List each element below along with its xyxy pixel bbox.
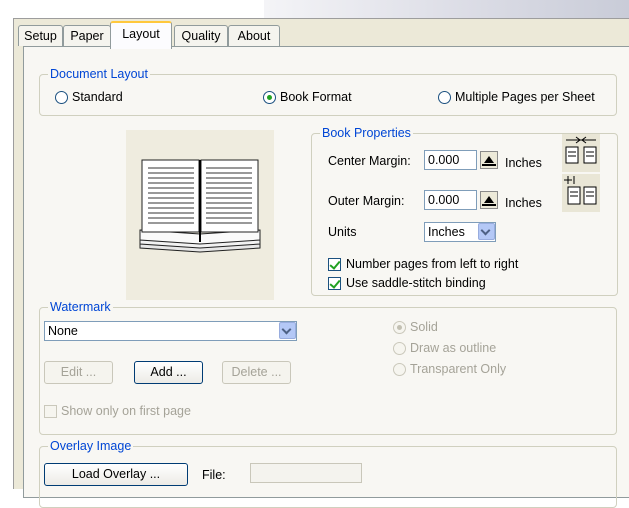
tab-paper[interactable]: Paper (63, 25, 111, 46)
show-first-page-checkbox[interactable] (44, 405, 57, 418)
watermark-delete-button[interactable]: Delete ... (222, 361, 291, 384)
center-margin-input[interactable]: 0.000 (424, 150, 477, 170)
radio-draw-outline[interactable] (393, 342, 406, 355)
units-dropdown-button[interactable] (478, 223, 495, 240)
center-margin-spinner[interactable] (480, 151, 498, 169)
saddle-stitch-label: Use saddle-stitch binding (346, 276, 486, 290)
center-margin-label: Center Margin: (328, 154, 411, 168)
radio-multiple-pages[interactable] (438, 91, 451, 104)
overlay-image-group: Overlay Image Load Overlay ... File: (39, 438, 617, 508)
watermark-select[interactable]: None (44, 321, 297, 341)
outer-margin-input[interactable]: 0.000 (424, 190, 477, 210)
tab-layout[interactable]: Layout (110, 21, 172, 49)
number-pages-label: Number pages from left to right (346, 257, 519, 271)
open-book-icon (139, 159, 261, 253)
number-pages-checkbox[interactable] (328, 258, 341, 271)
watermark-edit-button[interactable]: Edit ... (44, 361, 113, 384)
radio-standard[interactable] (55, 91, 68, 104)
outer-margin-unit: Inches (505, 196, 542, 210)
center-margin-icon (562, 134, 600, 172)
outer-margin-label: Outer Margin: (328, 194, 405, 208)
outer-margin-icon (562, 174, 600, 212)
radio-book-format[interactable] (263, 91, 276, 104)
document-layout-group: Document Layout Standard Book Format Mul… (39, 66, 617, 116)
radio-solid-label: Solid (410, 320, 438, 334)
outer-margin-spinner[interactable] (480, 191, 498, 209)
watermark-legend: Watermark (48, 299, 113, 315)
book-properties-legend: Book Properties (320, 125, 413, 141)
overlay-image-legend: Overlay Image (48, 438, 134, 454)
radio-solid[interactable] (393, 321, 406, 334)
watermark-add-button[interactable]: Add ... (134, 361, 203, 384)
radio-standard-label: Standard (72, 90, 123, 104)
overlay-file-field[interactable] (250, 463, 362, 483)
layout-tab-panel: Document Layout Standard Book Format Mul… (23, 46, 629, 508)
units-label: Units (328, 225, 357, 239)
document-layout-legend: Document Layout (48, 66, 150, 82)
radio-draw-outline-label: Draw as outline (410, 341, 497, 355)
tab-setup[interactable]: Setup (18, 25, 63, 46)
book-preview-image (126, 130, 274, 300)
printer-properties-dialog: Setup Paper Layout Quality About Documen… (13, 18, 629, 508)
saddle-stitch-checkbox[interactable] (328, 277, 341, 290)
tab-about[interactable]: About (228, 25, 280, 46)
center-margin-unit: Inches (505, 156, 542, 170)
watermark-group: Watermark None Edit ... Add ... Delete .… (39, 299, 617, 435)
tab-quality[interactable]: Quality (174, 25, 228, 46)
watermark-dropdown-button[interactable] (279, 322, 296, 339)
radio-multiple-pages-label: Multiple Pages per Sheet (455, 90, 595, 104)
window-background (0, 0, 629, 18)
radio-book-format-label: Book Format (280, 90, 352, 104)
radio-transparent-only-label: Transparent Only (410, 362, 507, 376)
overlay-file-label: File: (202, 468, 226, 482)
book-properties-group: Book Properties Center Margin: 0.000 Inc… (311, 125, 618, 296)
window-titlebar-shade (264, 0, 629, 18)
radio-transparent-only[interactable] (393, 363, 406, 376)
show-first-page-label: Show only on first page (61, 404, 191, 418)
load-overlay-button[interactable]: Load Overlay ... (44, 463, 188, 486)
